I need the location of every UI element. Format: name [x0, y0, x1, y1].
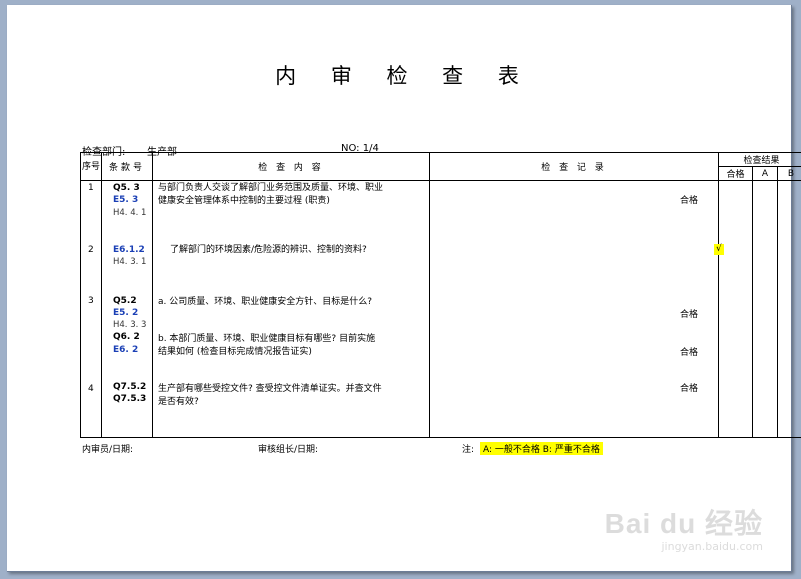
watermark-brand: Bai du 经验 [604, 508, 763, 539]
note-label: 注: [462, 445, 475, 455]
clause-code: E5. 3 [113, 195, 139, 205]
header-content: 检 查 内 容 [152, 152, 430, 181]
pass-mark: 合格 [680, 196, 699, 206]
row-seq: 4 [88, 384, 94, 394]
clause-code: Q6. 2 [113, 332, 140, 342]
pass-mark: 合格 [680, 310, 699, 320]
header-seq: 序号 [80, 152, 102, 181]
note-text: A: 一般不合格 B: 严重不合格 [480, 442, 603, 455]
header-result: 检查结果 [717, 152, 801, 167]
header-pass: 合格 [718, 166, 753, 181]
leader-label: 审核组长/日期: [258, 445, 319, 455]
header-clause: 条款号 [101, 152, 153, 181]
pass-mark: 合格 [680, 384, 699, 394]
clause-code: H4. 3. 1 [113, 257, 147, 267]
row-seq: 3 [88, 296, 94, 306]
row-seq: 2 [88, 245, 94, 255]
page-title: 内 审 检 查 表 [275, 64, 533, 88]
clause-code: H4. 4. 1 [113, 208, 147, 218]
clause-code: Q7.5.3 [113, 394, 147, 404]
pass-mark: 合格 [680, 348, 699, 358]
header-b: B [776, 166, 801, 181]
document-page: 内 审 检 查 表 检查部门: 生产部 NO: 1/4 序号 条款号 检 查 内… [7, 5, 801, 572]
watermark-logo: Bai du 经验 jingyan.baidu.com [605, 502, 763, 553]
header-a: A [752, 166, 778, 181]
check-content: 生产部有哪些受控文件? 查受控文件清单证实。并查文件是否有效? [158, 384, 382, 407]
grade-a-mark: √ [714, 244, 724, 255]
check-content-a: a. 公司质量、环境、职业健康安全方针、目标是什么? [158, 297, 373, 307]
check-content: 了解部门的环境因素/危险源的辨识、控制的资料? [170, 245, 367, 255]
checklist-table: 序号 条款号 检 查 内 容 检 查 记 录 检查结果 合格 A B 1 Q5.… [80, 152, 801, 438]
clause-code: E6. 2 [113, 345, 139, 355]
check-content: 与部门负责人交谈了解部门业务范围及质量、环境、职业健康安全管理体系中控制的主要过… [158, 183, 384, 206]
header-record: 检 查 记 录 [429, 152, 719, 181]
check-content-b: b. 本部门质量、环境、职业健康目标有哪些? 目前实施结果如何 (检查目标完成情… [158, 334, 376, 357]
row-seq: 1 [88, 183, 94, 193]
auditor-label: 内审员/日期: [82, 445, 134, 455]
